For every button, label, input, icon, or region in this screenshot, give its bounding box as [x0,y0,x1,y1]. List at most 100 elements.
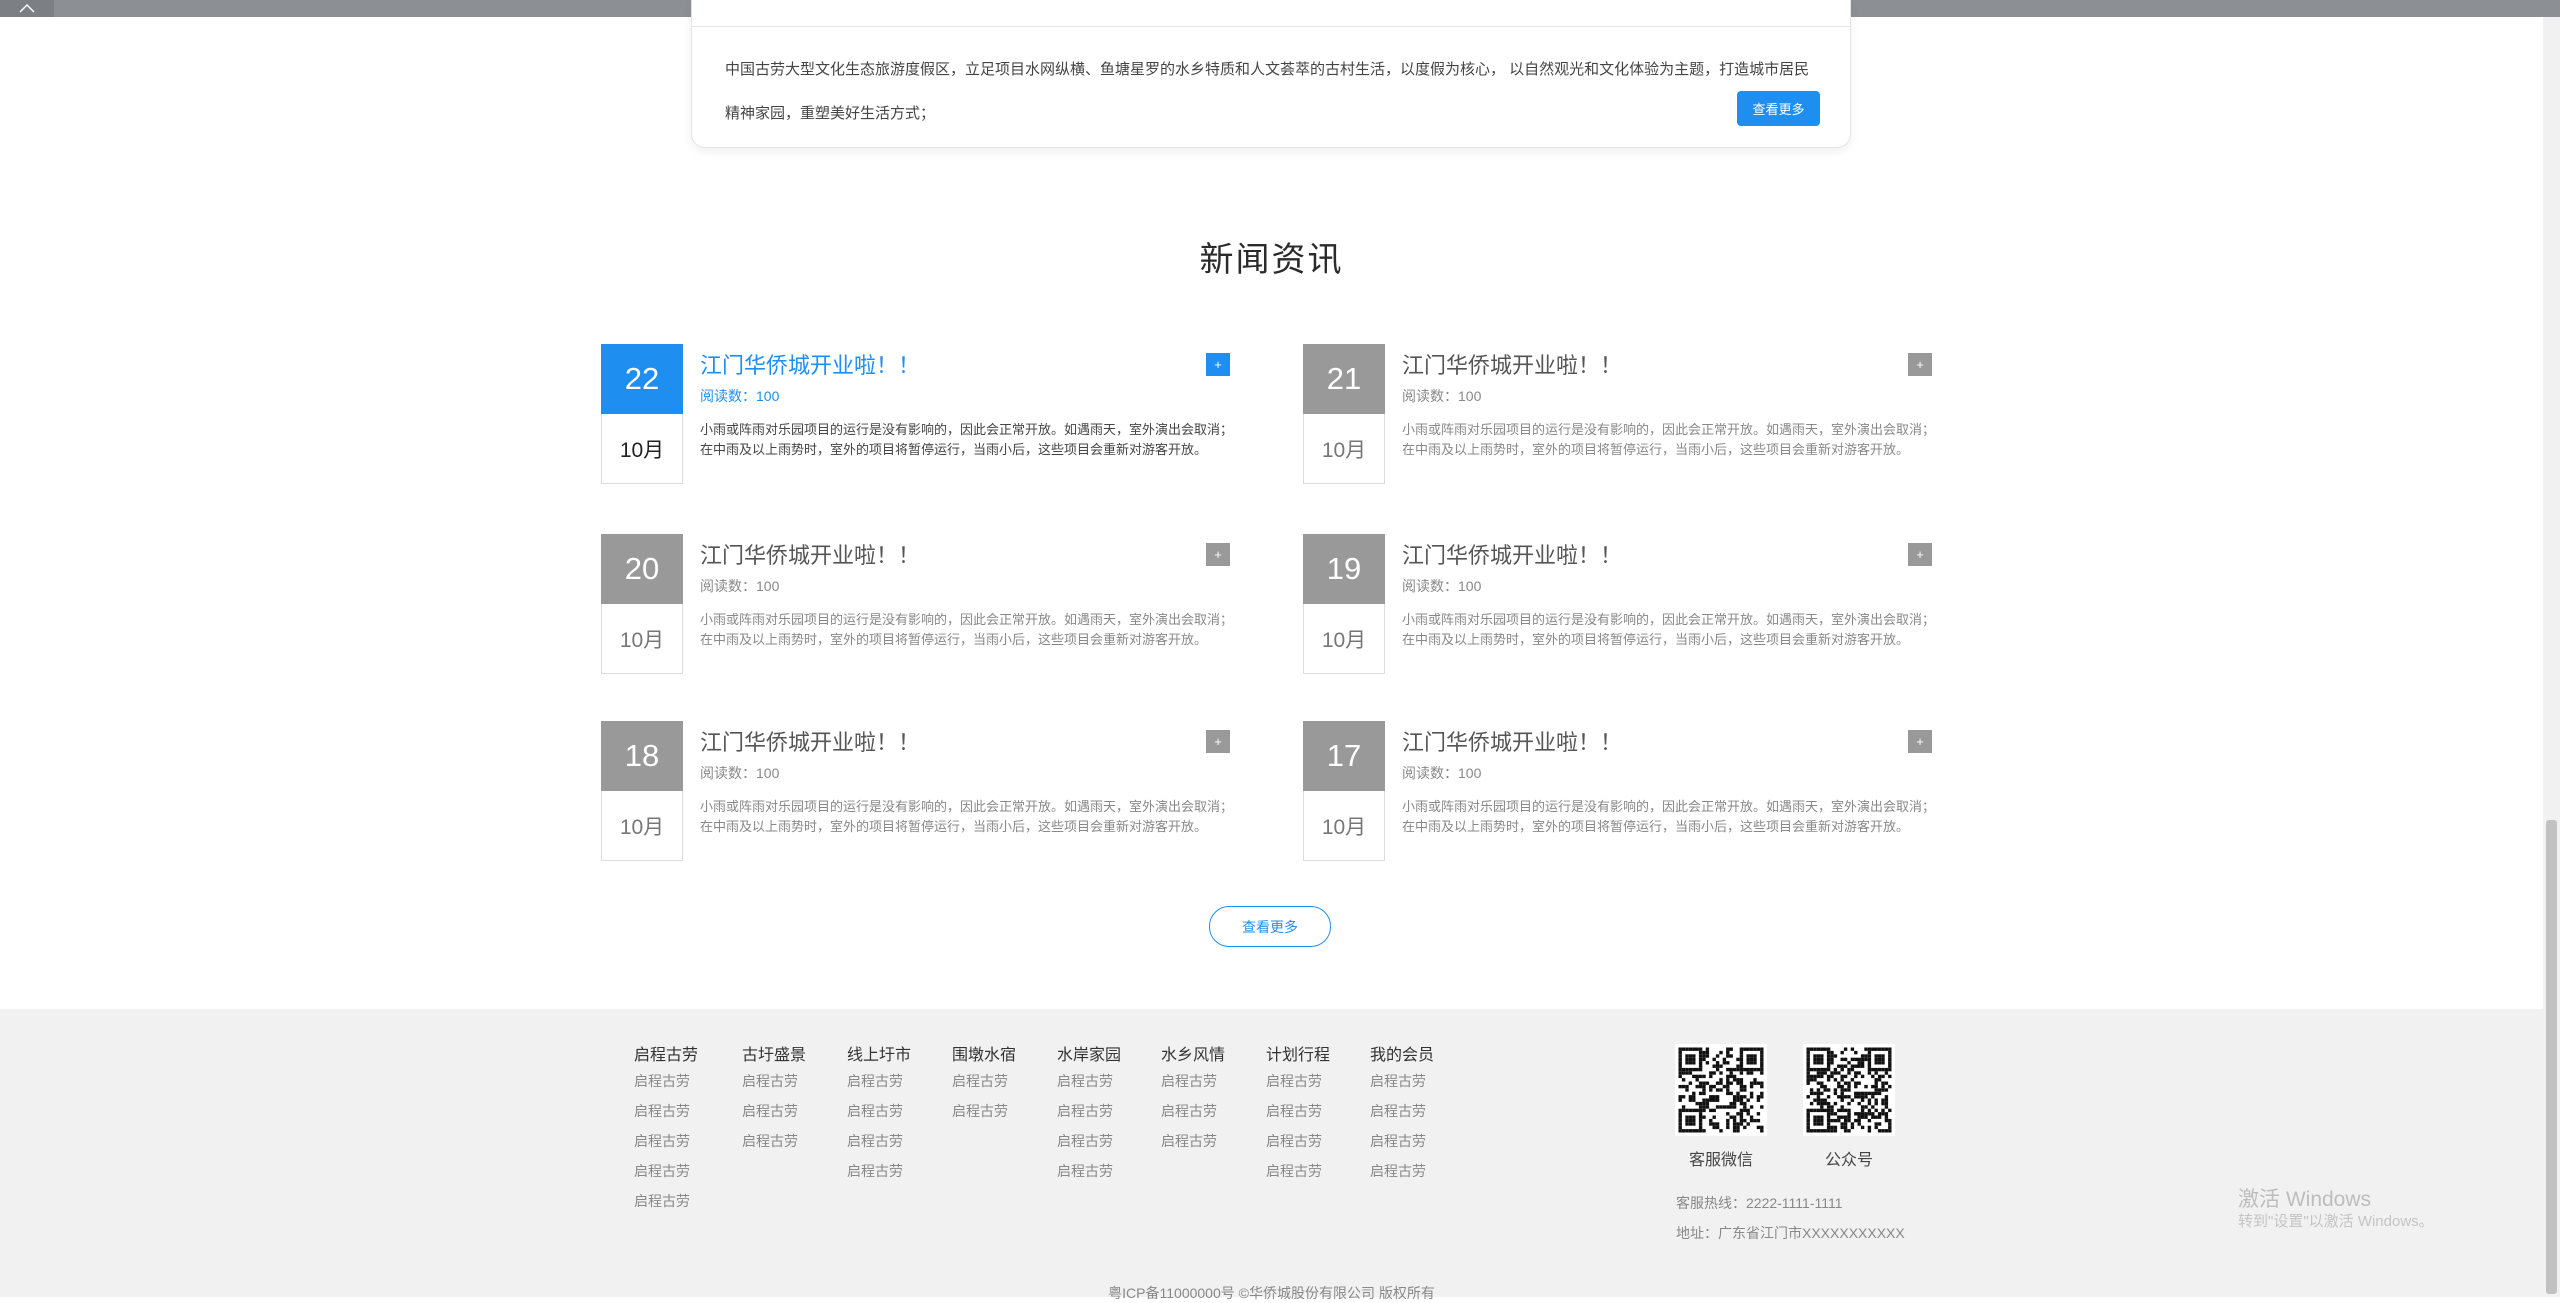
collapse-button[interactable] [0,0,54,17]
divider [692,26,1850,27]
date-month: 10月 [619,816,665,839]
qr-code-icon [1678,1047,1764,1133]
news-title[interactable]: 江门华侨城开业啦！！ [700,348,920,380]
footer-link[interactable]: 启程古劳 [1057,1161,1121,1183]
news-read-count: 阅读数：100 [1402,765,1482,781]
footer-column-head[interactable]: 计划行程 [1266,1041,1330,1064]
news-description: 小雨或阵雨对乐园项目的运行是没有影响的，因此会正常开放。如遇雨天，室外演出会取消… [700,612,1234,647]
windows-activation-hint: 转到"设置"以激活 Windows。 [2238,1213,2434,1230]
news-read-count: 阅读数：100 [700,765,780,781]
qr-code-service [1675,1044,1767,1136]
page-scrollbar[interactable] [2543,17,2560,1297]
footer-column: 水乡风情 启程古劳 启程古劳 启程古劳 [1161,1041,1225,1153]
footer-link[interactable]: 启程古劳 [1266,1101,1330,1123]
news-title[interactable]: 江门华侨城开业啦！！ [700,725,920,757]
footer-link[interactable]: 启程古劳 [742,1071,806,1093]
news-item[interactable]: 19 10月 江门华侨城开业啦！！ 阅读数：100 小雨或阵雨对乐园项目的运行是… [1303,534,1943,674]
footer-column-head[interactable]: 我的会员 [1370,1041,1434,1064]
expand-plus-button[interactable]: + [1908,730,1932,753]
footer-column: 我的会员 启程古劳 启程古劳 启程古劳 启程古劳 [1370,1041,1434,1183]
news-item[interactable]: 17 10月 江门华侨城开业啦！！ 阅读数：100 小雨或阵雨对乐园项目的运行是… [1303,721,1943,861]
footer-link[interactable]: 启程古劳 [634,1191,698,1213]
news-item[interactable]: 22 10月 江门华侨城开业啦！！ 阅读数：100 小雨或阵雨对乐园项目的运行是… [601,344,1241,484]
news-description: 小雨或阵雨对乐园项目的运行是没有影响的，因此会正常开放。如遇雨天，室外演出会取消… [700,422,1234,457]
footer-link[interactable]: 启程古劳 [1370,1131,1434,1153]
footer-column-head[interactable]: 古圩盛景 [742,1041,806,1064]
qr-service-label: 客服微信 [1688,1152,1753,1169]
news-read-count: 阅读数：100 [1402,388,1482,404]
news-more-button[interactable]: 查看更多 [1209,906,1331,947]
footer-link[interactable]: 启程古劳 [952,1071,1016,1093]
date-day: 21 [1303,344,1385,414]
news-item[interactable]: 18 10月 江门华侨城开业啦！！ 阅读数：100 小雨或阵雨对乐园项目的运行是… [601,721,1241,861]
expand-plus-button[interactable]: + [1206,353,1230,376]
footer-link[interactable]: 启程古劳 [952,1101,1016,1123]
footer-column-head[interactable]: 围墩水宿 [952,1041,1016,1064]
footer-link[interactable]: 启程古劳 [634,1071,698,1093]
footer-link[interactable]: 启程古劳 [1057,1071,1121,1093]
footer-column: 启程古劳 启程古劳 启程古劳 启程古劳 启程古劳 启程古劳 [634,1041,698,1213]
expand-plus-button[interactable]: + [1206,730,1230,753]
footer-link[interactable]: 启程古劳 [1266,1071,1330,1093]
date-month: 10月 [1321,439,1367,462]
footer-column-head[interactable]: 线上圩市 [847,1041,911,1064]
news-item[interactable]: 20 10月 江门华侨城开业啦！！ 阅读数：100 小雨或阵雨对乐园项目的运行是… [601,534,1241,674]
date-box: 18 10月 [601,721,683,861]
address: 地址：广东省江门市XXXXXXXXXXX [1676,1225,1905,1241]
footer-column: 围墩水宿 启程古劳 启程古劳 [952,1041,1016,1123]
footer-link[interactable]: 启程古劳 [847,1071,911,1093]
news-read-count: 阅读数：100 [700,388,780,404]
date-day: 18 [601,721,683,791]
news-item[interactable]: 21 10月 江门华侨城开业啦！！ 阅读数：100 小雨或阵雨对乐园项目的运行是… [1303,344,1943,484]
footer-link[interactable]: 启程古劳 [1161,1131,1225,1153]
intro-text: 中国古劳大型文化生态旅游度假区，立足项目水网纵横、鱼塘星罗的水乡特质和人文荟萃的… [725,61,1810,122]
footer-link[interactable]: 启程古劳 [1266,1131,1330,1153]
footer-link[interactable]: 启程古劳 [742,1131,806,1153]
chevron-up-icon [19,3,35,13]
footer-link[interactable]: 启程古劳 [1266,1161,1330,1183]
windows-activation-title: 激活 Windows [2238,1188,2372,1211]
expand-plus-button[interactable]: + [1908,543,1932,566]
date-day: 22 [601,344,683,414]
scrollbar-thumb[interactable] [2546,820,2557,1294]
footer-link[interactable]: 启程古劳 [1370,1161,1434,1183]
news-title[interactable]: 江门华侨城开业啦！！ [700,538,920,570]
news-title[interactable]: 江门华侨城开业啦！！ [1402,538,1622,570]
footer-link[interactable]: 启程古劳 [634,1161,698,1183]
qr-code-icon [1806,1047,1892,1133]
date-box: 20 10月 [601,534,683,674]
footer-link[interactable]: 启程古劳 [1370,1101,1434,1123]
footer-link[interactable]: 启程古劳 [1370,1071,1434,1093]
news-title[interactable]: 江门华侨城开业啦！！ [1402,348,1622,380]
footer-column-head[interactable]: 水岸家园 [1057,1041,1121,1064]
date-month: 10月 [1321,816,1367,839]
qr-official-label: 公众号 [1824,1152,1873,1169]
footer-column: 水岸家园 启程古劳 启程古劳 启程古劳 启程古劳 [1057,1041,1121,1183]
footer-link[interactable]: 启程古劳 [634,1131,698,1153]
date-day: 17 [1303,721,1385,791]
footer-link[interactable]: 启程古劳 [1161,1101,1225,1123]
footer-column-head[interactable]: 启程古劳 [634,1041,698,1064]
footer-link[interactable]: 启程古劳 [742,1101,806,1123]
footer: 启程古劳 启程古劳 启程古劳 启程古劳 启程古劳 启程古劳 古圩盛景 启程古劳 … [0,1009,2543,1297]
footer-column: 计划行程 启程古劳 启程古劳 启程古劳 启程古劳 [1266,1041,1330,1183]
footer-link[interactable]: 启程古劳 [1161,1071,1225,1093]
expand-plus-button[interactable]: + [1908,353,1932,376]
footer-link[interactable]: 启程古劳 [1057,1101,1121,1123]
news-read-count: 阅读数：100 [700,578,780,594]
date-box: 22 10月 [601,344,683,484]
expand-plus-button[interactable]: + [1206,543,1230,566]
footer-column-head[interactable]: 水乡风情 [1161,1041,1225,1064]
footer-link[interactable]: 启程古劳 [847,1131,911,1153]
service-hotline: 客服热线：2222-1111-1111 [1676,1195,1843,1211]
footer-link[interactable]: 启程古劳 [634,1101,698,1123]
news-title[interactable]: 江门华侨城开业啦！！ [1402,725,1622,757]
intro-card: 中国古劳大型文化生态旅游度假区，立足项目水网纵横、鱼塘星罗的水乡特质和人文荟萃的… [691,0,1851,148]
footer-link[interactable]: 启程古劳 [847,1101,911,1123]
date-box: 19 10月 [1303,534,1385,674]
footer-column: 线上圩市 启程古劳 启程古劳 启程古劳 启程古劳 [847,1041,911,1183]
footer-link[interactable]: 启程古劳 [847,1161,911,1183]
icp-copyright: 粤ICP备11000000号 ©华侨城股份有限公司 版权所有 [1108,1285,1435,1301]
footer-link[interactable]: 启程古劳 [1057,1131,1121,1153]
intro-more-button[interactable]: 查看更多 [1737,91,1820,126]
